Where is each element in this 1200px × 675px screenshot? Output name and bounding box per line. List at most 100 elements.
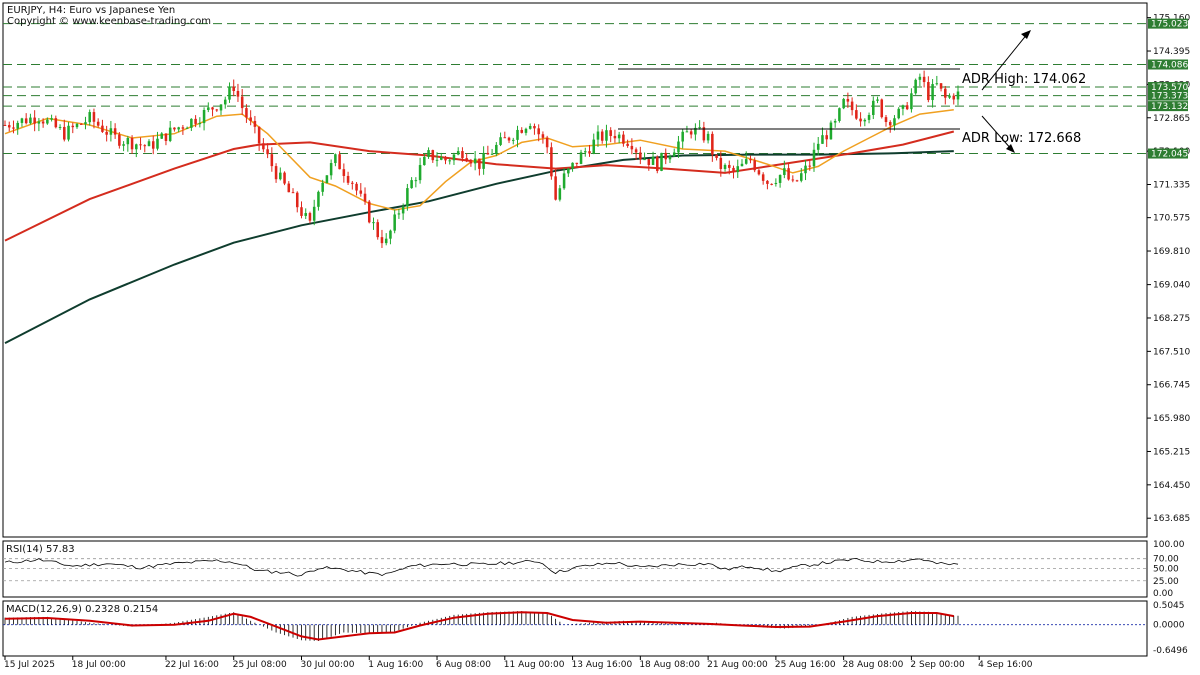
time-axis[interactable]: 15 Jul 2025 18 Jul 00:00 22 Jul 16:00 25 Ju…: [4, 656, 1033, 670]
candle-bull: [406, 188, 409, 207]
candle-bull: [46, 119, 49, 124]
candle-bear: [486, 152, 490, 155]
y-tick-label: 167.510: [1153, 347, 1190, 357]
candle-bear: [236, 91, 240, 97]
candle-bear: [732, 167, 735, 173]
candle-bull: [833, 120, 837, 123]
candle-bear: [101, 125, 104, 132]
candle-bull: [511, 139, 515, 141]
macd-panel[interactable]: [2, 600, 1148, 657]
candle-bull: [783, 168, 786, 175]
candle-bull: [918, 76, 922, 80]
candle-bull: [219, 104, 223, 111]
x-tick-label: 22 Jul 16:00: [165, 660, 219, 670]
candle-bull: [223, 99, 227, 105]
candle-bear: [719, 157, 723, 169]
candle-bull: [334, 154, 337, 164]
candle-bear: [791, 179, 795, 181]
candle-bear: [54, 118, 58, 128]
candle-bull: [567, 168, 570, 174]
candle-bull: [156, 138, 159, 149]
candle-bear: [656, 156, 659, 171]
candle-bear: [71, 125, 75, 128]
candle-bull: [304, 213, 307, 216]
x-tick-label: 18 Aug 08:00: [639, 660, 700, 670]
y-tick-label: 166.745: [1153, 381, 1190, 391]
x-tick-label: 2 Sep 00:00: [910, 660, 965, 670]
candle-bear: [295, 192, 299, 208]
candle-bear: [367, 201, 371, 223]
candle-bear: [469, 161, 473, 164]
candle-bear: [825, 135, 828, 140]
candle-bear: [859, 118, 862, 122]
candle-bear: [266, 149, 269, 155]
candle-bull: [16, 122, 19, 129]
candle-bear: [554, 176, 557, 200]
x-tick-label: 15 Jul 2025: [4, 660, 55, 670]
candle-bull: [448, 160, 452, 162]
candle-bull: [651, 156, 655, 165]
candle-bull: [740, 163, 744, 167]
candle-bull: [126, 138, 130, 145]
candle-bear: [647, 159, 651, 165]
candle-bear: [139, 144, 142, 146]
y-tick-label: 163.685: [1153, 514, 1190, 524]
candle-bull: [401, 206, 405, 214]
y-tick-label: 168.275: [1153, 314, 1190, 324]
rsi-tick-label: 70.00: [1153, 555, 1179, 565]
adr-high-label: ADR High: 174.062: [962, 72, 1086, 87]
candle-bear: [346, 175, 350, 183]
candle-bear: [808, 165, 812, 167]
candle-bull: [418, 165, 422, 181]
chart-canvas[interactable]: ADR High: 174.062 ADR Low: 172.668 175.1…: [0, 0, 1200, 675]
price-axis[interactable]: 175.160174.395173.630172.865172.100171.3…: [1147, 14, 1190, 525]
candle-bull: [384, 238, 388, 244]
candle-bear: [308, 213, 312, 221]
macd-tick-label: -0.6496: [1153, 646, 1188, 656]
candle-bear: [761, 174, 765, 181]
candle-bear: [588, 151, 591, 154]
candle-bear: [300, 207, 303, 216]
candle-bear: [253, 120, 257, 127]
candle-bull: [321, 182, 324, 192]
candle-bull: [147, 141, 151, 147]
candle-bear: [626, 143, 629, 146]
candle-bear: [24, 118, 28, 124]
x-tick-label: 25 Jul 08:00: [233, 660, 287, 670]
candle-bear: [274, 166, 278, 180]
candle-bull: [317, 191, 320, 207]
candle-bear: [753, 160, 756, 171]
candle-bear: [550, 147, 553, 177]
y-tick-label: 165.980: [1153, 414, 1190, 424]
candle-bull: [50, 118, 53, 120]
rsi-panel[interactable]: [2, 540, 1148, 598]
candle-bear: [257, 126, 261, 144]
x-tick-label: 25 Aug 16:00: [775, 660, 836, 670]
y-tick-label: 172.865: [1153, 114, 1190, 124]
candle-bear: [338, 154, 341, 170]
candle-bear: [355, 183, 358, 191]
candle-bull: [456, 151, 460, 155]
candle-bear: [113, 128, 117, 135]
macd-tick-label: 0.5045: [1153, 601, 1185, 611]
candle-bull: [948, 95, 951, 98]
candle-bear: [749, 159, 752, 161]
candle-bear: [63, 126, 66, 140]
candle-bear: [846, 98, 850, 102]
y-tick-label: 171.335: [1153, 181, 1190, 191]
candle-bear: [287, 183, 291, 193]
candle-bear: [3, 124, 7, 126]
candle-bull: [558, 188, 562, 200]
candle-bear: [728, 164, 731, 168]
candle-bear: [787, 168, 790, 180]
candle-bear: [855, 110, 858, 119]
candle-bull: [389, 230, 392, 239]
candle-bear: [444, 157, 447, 161]
candle-bull: [584, 151, 587, 153]
x-tick-label: 18 Jul 00:00: [72, 660, 126, 670]
candle-bear: [461, 151, 464, 159]
candle-bear: [240, 96, 244, 109]
x-tick-label: 6 Aug 08:00: [436, 660, 491, 670]
candle-bull: [681, 131, 684, 142]
candle-bull: [935, 83, 939, 85]
